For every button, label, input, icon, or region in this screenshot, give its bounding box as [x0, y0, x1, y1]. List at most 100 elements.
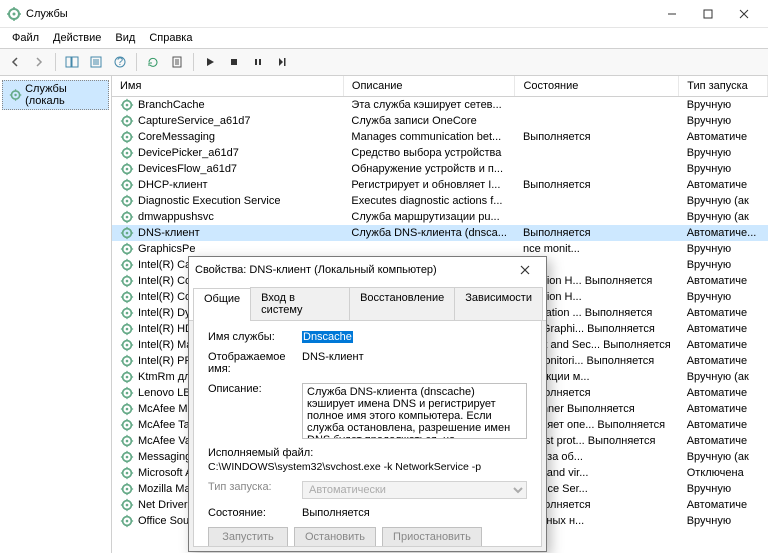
gear-icon — [120, 258, 134, 272]
tab-general[interactable]: Общие — [193, 288, 251, 321]
service-startup: Автоматиче — [679, 177, 768, 193]
tab-logon[interactable]: Вход в систему — [250, 287, 350, 320]
service-startup: Автоматиче — [679, 497, 768, 513]
service-startup: Автоматиче — [679, 385, 768, 401]
pause-button: Приостановить — [382, 527, 482, 547]
service-startup: Вручную — [679, 257, 768, 273]
service-startup: Вручную — [679, 513, 768, 529]
gear-icon — [120, 370, 134, 384]
gear-icon — [120, 498, 134, 512]
service-name: Diagnostic Execution Service — [138, 195, 280, 207]
start-service-button[interactable] — [199, 51, 221, 73]
service-name: Microsoft A — [138, 467, 192, 479]
menu-help[interactable]: Справка — [143, 30, 198, 46]
menu-action[interactable]: Действие — [47, 30, 107, 46]
service-state — [515, 97, 679, 114]
gear-icon — [120, 338, 134, 352]
service-name: CoreMessaging — [138, 131, 215, 143]
service-name: Intel(R) Co — [138, 291, 191, 303]
service-startup: Вручную (ак — [679, 193, 768, 209]
gear-icon — [120, 194, 134, 208]
properties-dialog: Свойства: DNS-клиент (Локальный компьюте… — [188, 256, 547, 552]
service-name: GraphicsPe — [138, 243, 195, 255]
menu-view[interactable]: Вид — [109, 30, 141, 46]
service-startup: Вручную — [679, 145, 768, 161]
table-row[interactable]: CaptureService_a61d7Служба записи OneCor… — [112, 113, 768, 129]
export-list-button[interactable] — [85, 51, 107, 73]
table-row[interactable]: DNS-клиентСлужба DNS-клиента (dnsca...Вы… — [112, 225, 768, 241]
gear-icon — [120, 482, 134, 496]
show-hide-tree-button[interactable] — [61, 51, 83, 73]
label-description: Описание: — [208, 383, 294, 395]
service-desc: Executes diagnostic actions f... — [343, 193, 515, 209]
gear-icon — [120, 98, 134, 112]
value-service-name[interactable]: Dnscache — [302, 331, 353, 343]
gear-icon — [120, 386, 134, 400]
service-name: DHCP-клиент — [138, 179, 208, 191]
value-display-name: DNS-клиент — [302, 351, 527, 363]
service-startup: Вручную — [679, 289, 768, 305]
gear-icon — [120, 226, 134, 240]
minimize-button[interactable] — [654, 2, 690, 26]
help-icon[interactable]: ? — [109, 51, 131, 73]
dialog-close-button[interactable] — [510, 259, 540, 281]
table-row[interactable]: Diagnostic Execution Service Executes dia… — [112, 193, 768, 209]
label-state: Состояние: — [208, 507, 294, 519]
col-startup[interactable]: Тип запуска — [679, 76, 768, 97]
table-row[interactable]: GraphicsPence monit...Вручную — [112, 241, 768, 257]
gear-icon — [120, 114, 134, 128]
gear-icon — [120, 146, 134, 160]
gear-icon — [120, 354, 134, 368]
value-description[interactable]: Служба DNS-клиента (dnscache) кэширует и… — [302, 383, 527, 439]
dialog-tabs: Общие Вход в систему Восстановление Зави… — [189, 283, 546, 321]
stop-service-button[interactable] — [223, 51, 245, 73]
maximize-button[interactable] — [690, 2, 726, 26]
service-startup: Отключена — [679, 465, 768, 481]
gear-icon — [120, 434, 134, 448]
table-row[interactable]: BranchCacheЭта служба кэширует сетев...В… — [112, 97, 768, 114]
service-state — [515, 161, 679, 177]
tab-recovery[interactable]: Восстановление — [349, 287, 455, 320]
value-state: Выполняется — [302, 507, 527, 519]
gear-icon — [120, 322, 134, 336]
gear-icon — [120, 418, 134, 432]
window-titlebar: Службы — [0, 0, 768, 28]
gear-icon — [120, 242, 134, 256]
tree-pane: Службы (локаль — [0, 76, 112, 553]
service-startup: Автоматиче — [679, 305, 768, 321]
properties-button[interactable] — [166, 51, 188, 73]
service-desc: Manages communication bet... — [343, 129, 515, 145]
start-button: Запустить — [208, 527, 288, 547]
col-state[interactable]: Состояние — [515, 76, 679, 97]
gear-icon — [120, 466, 134, 480]
table-row[interactable]: CoreMessaging Manages communication bet..… — [112, 129, 768, 145]
service-desc: Служба DNS-клиента (dnsca... — [343, 225, 515, 241]
table-row[interactable]: dmwappushsvcСлужба маршрутизации pu...Вр… — [112, 209, 768, 225]
restart-service-button[interactable] — [271, 51, 293, 73]
table-row[interactable]: DevicesFlow_a61d7Обнаружение устройств и… — [112, 161, 768, 177]
service-name: Office Sou — [138, 515, 189, 527]
label-service-name: Имя службы: — [208, 331, 294, 343]
dialog-title: Свойства: DNS-клиент (Локальный компьюте… — [195, 264, 437, 276]
forward-button[interactable] — [28, 51, 50, 73]
table-row[interactable]: DHCP-клиентРегистрирует и обновляет I...… — [112, 177, 768, 193]
close-button[interactable] — [726, 2, 762, 26]
service-startup: Автоматиче — [679, 353, 768, 369]
refresh-button[interactable] — [142, 51, 164, 73]
back-button[interactable] — [4, 51, 26, 73]
gear-icon — [120, 178, 134, 192]
col-name[interactable]: Имя — [112, 76, 343, 97]
gear-icon — [120, 274, 134, 288]
service-desc: Эта служба кэширует сетев... — [343, 97, 515, 114]
tree-root-node[interactable]: Службы (локаль — [2, 80, 109, 110]
label-executable: Исполняемый файл: — [208, 447, 313, 459]
menu-file[interactable]: Файл — [6, 30, 45, 46]
toolbar: ? — [0, 48, 768, 76]
service-startup: Автоматиче — [679, 433, 768, 449]
service-startup: Вручную (ак — [679, 369, 768, 385]
col-desc[interactable]: Описание — [343, 76, 515, 97]
table-row[interactable]: DevicePicker_a61d7Средство выбора устрой… — [112, 145, 768, 161]
service-name: CaptureService_a61d7 — [138, 115, 251, 127]
pause-service-button[interactable] — [247, 51, 269, 73]
tab-dependencies[interactable]: Зависимости — [454, 287, 543, 320]
